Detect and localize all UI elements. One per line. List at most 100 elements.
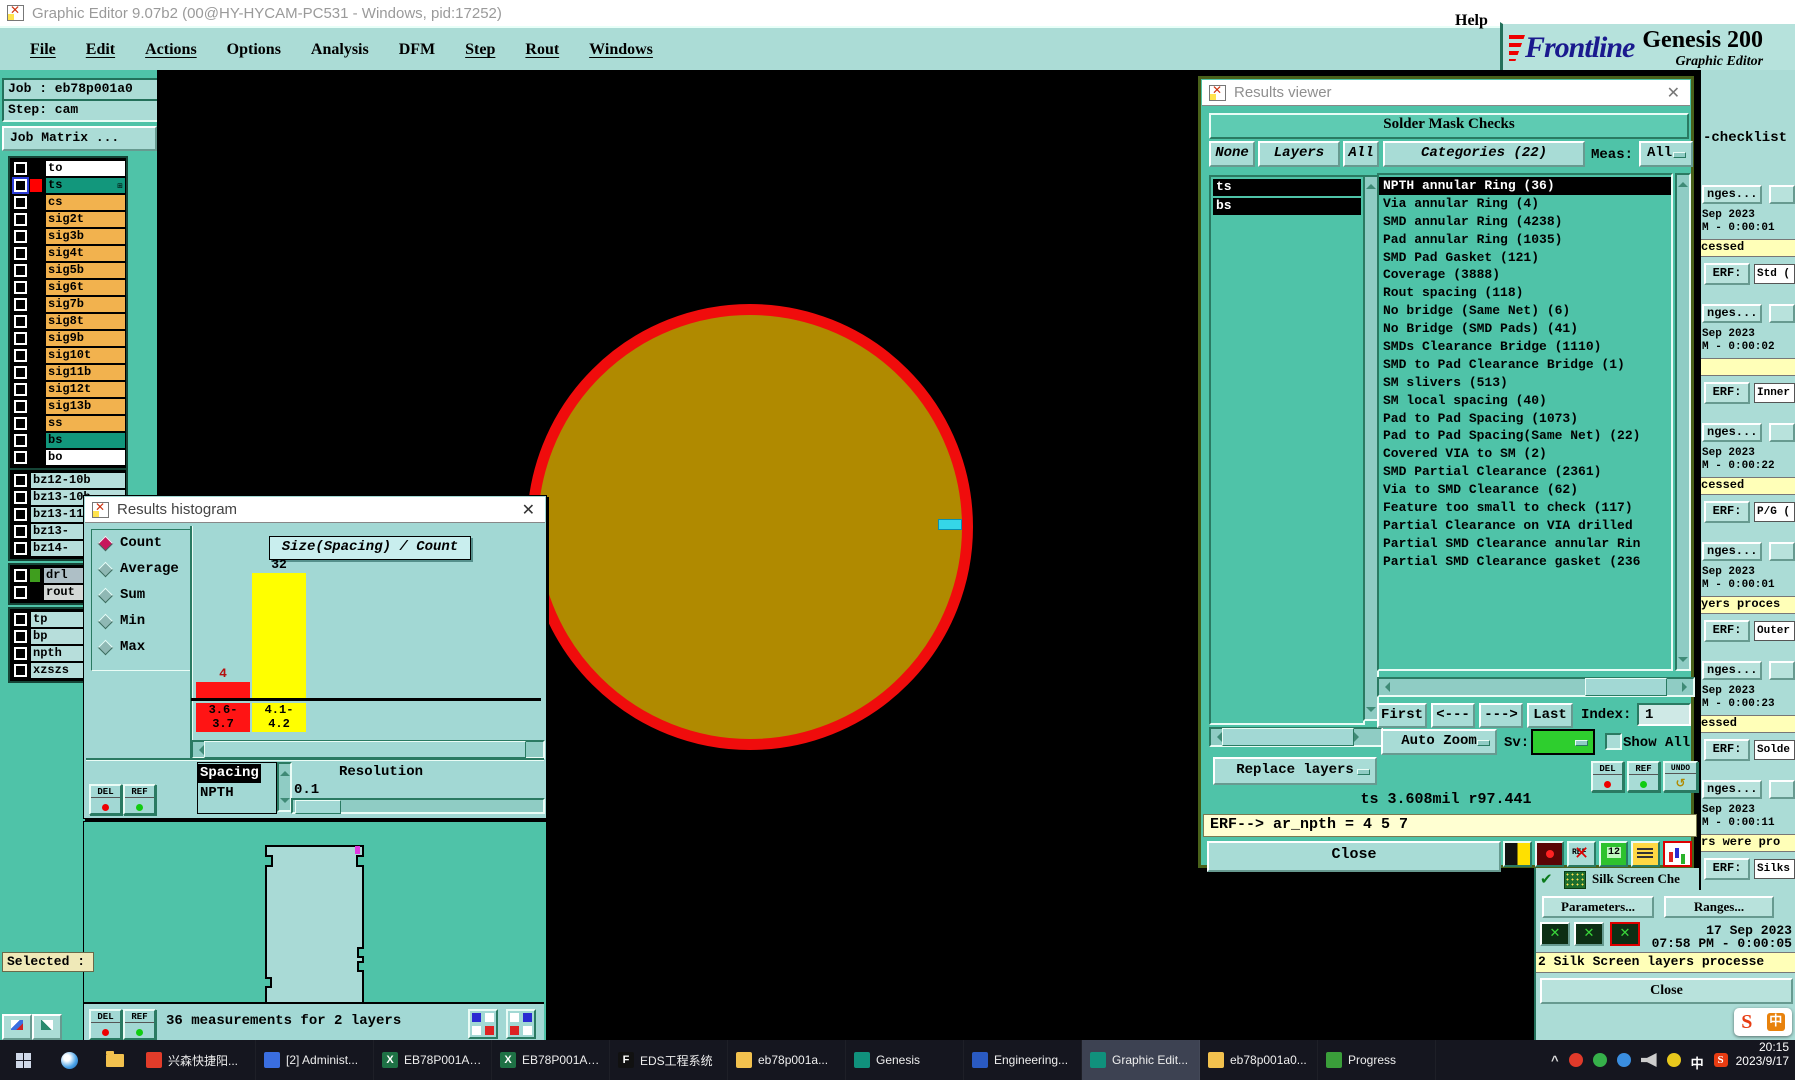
ref-button[interactable]: REF	[1627, 761, 1660, 792]
viewer-tool-icon[interactable]	[1631, 841, 1660, 867]
measurement-type-item[interactable]: NPTH	[198, 784, 236, 803]
layer-label[interactable]: sig10t	[46, 348, 125, 363]
stat-radio[interactable]: Count	[97, 530, 192, 556]
layer-label[interactable]: rout	[44, 585, 85, 600]
category-item[interactable]: SMD annular Ring (4238)	[1379, 213, 1671, 231]
layer-row[interactable]: bz12-10b	[11, 473, 125, 488]
erf-field[interactable]: Std (	[1754, 264, 1795, 284]
layer-label[interactable]: tp	[31, 612, 85, 627]
category-item[interactable]: Pad to Pad Spacing(Same Net) (22)	[1379, 427, 1671, 445]
layer-label[interactable]: sig12t	[46, 382, 125, 397]
category-item[interactable]: SMD to Pad Clearance Bridge (1)	[1379, 356, 1671, 374]
tray-icon[interactable]: S	[1713, 1053, 1728, 1067]
layer-checkbox[interactable]	[14, 196, 27, 209]
all-button[interactable]: All	[1343, 141, 1379, 167]
category-item[interactable]: SM slivers (513)	[1379, 374, 1671, 392]
layer-label[interactable]: drl	[44, 568, 85, 583]
checklist-action-icon[interactable]: ✕	[1540, 922, 1570, 946]
next-button[interactable]: --->	[1479, 703, 1523, 728]
layer-checkbox[interactable]	[14, 230, 27, 243]
category-item[interactable]: Via to SMD Clearance (62)	[1379, 481, 1671, 499]
viewer-tool-icon[interactable]	[1567, 841, 1596, 867]
del-button[interactable]: DEL	[89, 1009, 122, 1040]
layer-row[interactable]: sig6t	[11, 280, 125, 295]
stub-button[interactable]	[1769, 185, 1795, 204]
layer-label[interactable]: sig7b	[46, 297, 125, 312]
viewer-close-button[interactable]: Close	[1207, 841, 1501, 872]
ranges-button[interactable]: Ranges...	[1664, 896, 1774, 918]
taskbar-app-button[interactable]: F EDS工程系统	[610, 1040, 728, 1080]
erf-button[interactable]: ERF:	[1704, 620, 1750, 642]
sogou-input-widget[interactable]: S 中	[1734, 1008, 1792, 1036]
taskbar-app-button[interactable]: X EB78P001A0...	[492, 1040, 610, 1080]
layer-row[interactable]: to	[11, 161, 125, 176]
category-item[interactable]: Partial Clearance on VIA drilled	[1379, 517, 1671, 535]
changes-button[interactable]: nges...	[1702, 780, 1762, 799]
first-button[interactable]: First	[1377, 703, 1427, 728]
viewer-layer-list[interactable]: ts bs	[1209, 175, 1365, 725]
scroll-thumb[interactable]	[204, 741, 526, 758]
layer-checkbox[interactable]	[14, 349, 27, 362]
layer-checkbox[interactable]	[14, 315, 27, 328]
taskbar-app-button[interactable]: X EB78P001A0...	[374, 1040, 492, 1080]
changes-button[interactable]: nges...	[1702, 185, 1762, 204]
erf-button[interactable]: ERF:	[1704, 382, 1750, 404]
layer-checkbox[interactable]	[14, 162, 27, 175]
scroll-left-icon[interactable]	[1212, 732, 1222, 742]
category-item[interactable]: Pad annular Ring (1035)	[1379, 231, 1671, 249]
taskbar-app-button[interactable]: eb78p001a...	[728, 1040, 846, 1080]
category-item[interactable]: SMD Pad Gasket (121)	[1379, 249, 1671, 267]
changes-button[interactable]: nges...	[1702, 661, 1762, 680]
layer-checkbox[interactable]	[14, 569, 27, 582]
file-explorer-button[interactable]	[92, 1040, 138, 1080]
scroll-down-icon[interactable]	[1678, 657, 1688, 667]
layer-checkbox[interactable]	[14, 366, 27, 379]
close-icon[interactable]: ✕	[1667, 83, 1680, 103]
layer-row[interactable]: sig13b	[11, 399, 125, 414]
layer-row[interactable]: sig3b	[11, 229, 125, 244]
measurement-type-item[interactable]: Spacing	[198, 764, 261, 783]
layer-row[interactable]: bp	[11, 629, 85, 644]
start-button[interactable]	[0, 1040, 46, 1080]
layer-h-scrollbar[interactable]	[1209, 727, 1383, 747]
layer-label[interactable]: sig13b	[46, 399, 125, 414]
tray-icon[interactable]	[1640, 1053, 1657, 1067]
scroll-up-icon[interactable]	[279, 766, 290, 776]
layer-checkbox[interactable]	[14, 434, 27, 447]
auto-zoom-dropdown[interactable]: Auto Zoom	[1381, 729, 1497, 755]
close-icon[interactable]: ✕	[522, 500, 535, 520]
layer-checkbox[interactable]	[14, 586, 27, 599]
undo-button[interactable]: UNDO ↺	[1663, 761, 1698, 792]
taskbar-app-button[interactable]: Progress	[1318, 1040, 1436, 1080]
layer-label[interactable]: sig4t	[46, 246, 125, 261]
layer-checkbox[interactable]	[14, 298, 27, 311]
index-input[interactable]: 1	[1637, 703, 1691, 726]
layer-row[interactable]: cs	[11, 195, 125, 210]
checklist-action-icon[interactable]: ✕	[1574, 922, 1604, 946]
scroll-right-icon[interactable]	[1682, 682, 1692, 692]
quad-icon-button[interactable]	[468, 1009, 498, 1039]
layer-label[interactable]: to	[46, 161, 125, 176]
layer-label[interactable]: xzszs	[31, 663, 85, 678]
viewer-tool-icon[interactable]	[1599, 841, 1628, 867]
layer-label[interactable]: sig6t	[46, 280, 125, 295]
layer-row[interactable]: sig8t	[11, 314, 125, 329]
category-item[interactable]: Coverage (3888)	[1379, 266, 1671, 284]
layer-checkbox[interactable]	[14, 417, 27, 430]
taskbar-app-button[interactable]: 兴森快捷阳...	[138, 1040, 256, 1080]
layer-checkbox[interactable]	[14, 213, 27, 226]
stat-radio[interactable]: Max	[97, 634, 192, 660]
layer-row[interactable]: sig11b	[11, 365, 125, 380]
search-button[interactable]	[46, 1040, 92, 1080]
layer-label[interactable]: cs	[46, 195, 125, 210]
layer-checkbox[interactable]	[14, 508, 27, 521]
layer-label[interactable]: sig5b	[46, 263, 125, 278]
layer-checkbox[interactable]	[14, 179, 27, 192]
layer-label[interactable]: sig11b	[46, 365, 125, 380]
taskbar-app-button[interactable]: [2] Administ...	[256, 1040, 374, 1080]
layer-row[interactable]: sig5b	[11, 263, 125, 278]
menu-item[interactable]: Step	[465, 41, 495, 59]
layer-checkbox[interactable]	[14, 613, 27, 626]
category-item[interactable]: No Bridge (SMD Pads) (41)	[1379, 320, 1671, 338]
changes-button[interactable]: nges...	[1702, 542, 1762, 561]
